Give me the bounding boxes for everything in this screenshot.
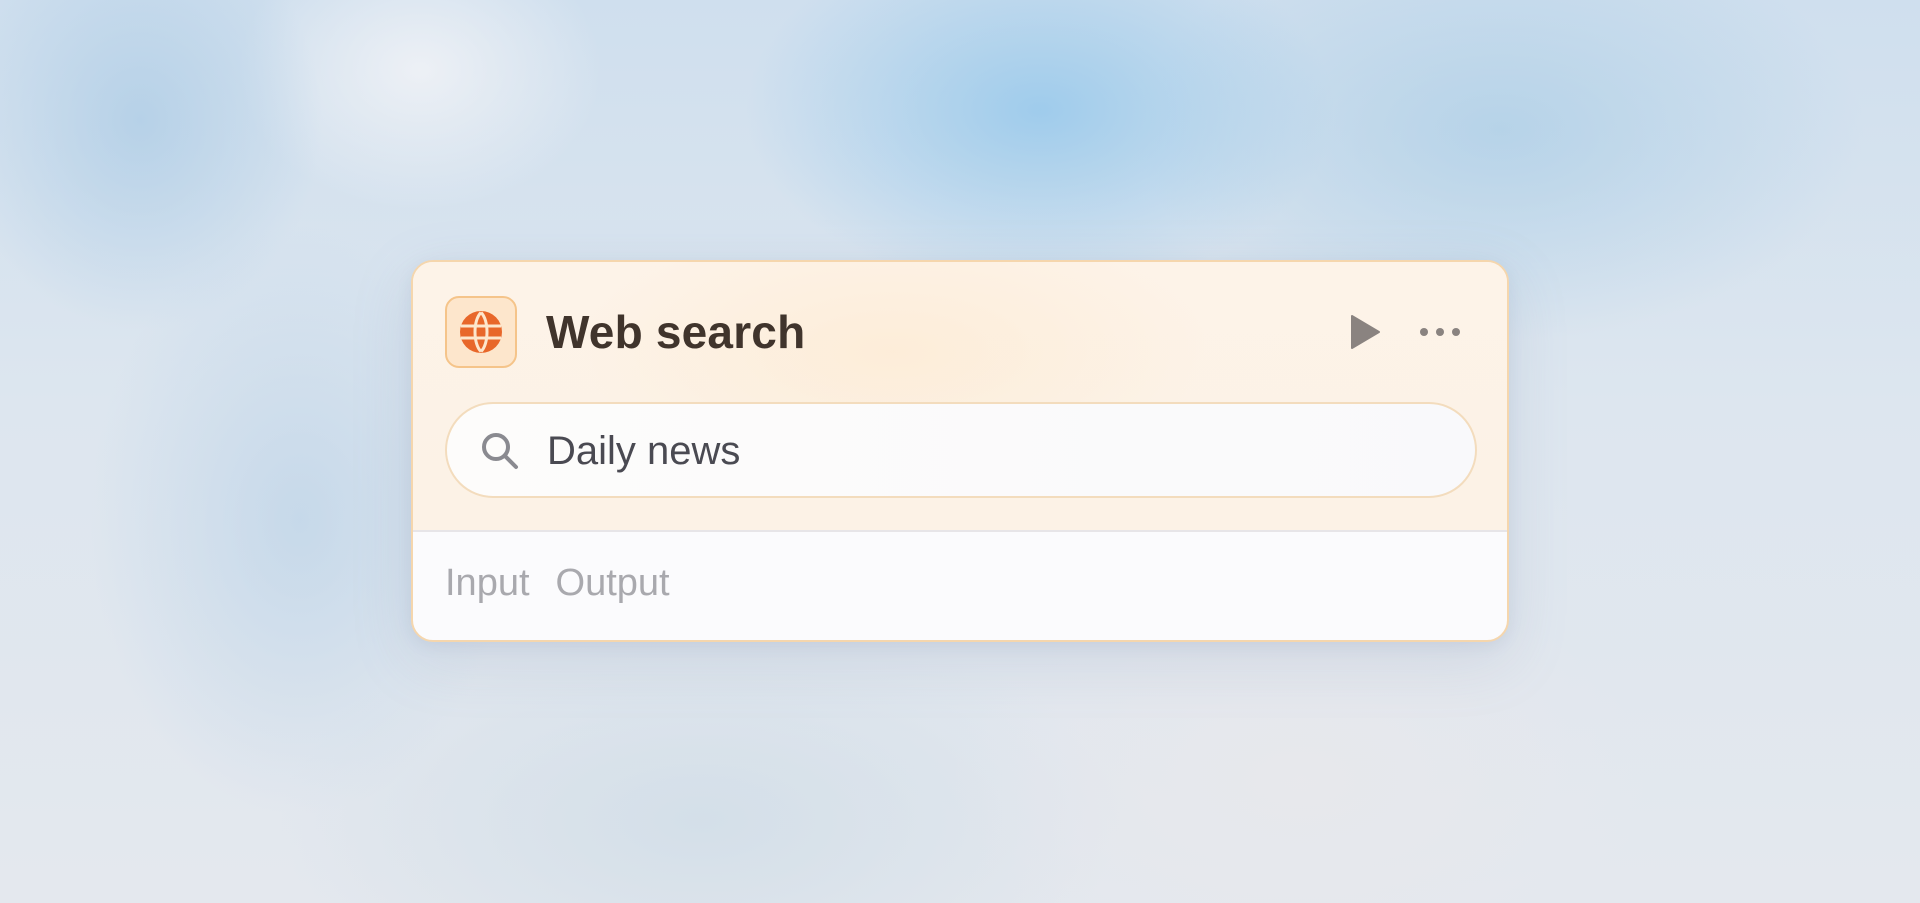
run-button[interactable] [1345, 312, 1385, 352]
node-header: Web search Daily news [413, 262, 1507, 532]
node-title: Web search [546, 306, 806, 358]
play-icon [1351, 315, 1380, 349]
more-options-button[interactable] [1415, 312, 1465, 352]
search-query-value[interactable]: Daily news [547, 426, 740, 476]
node-tabs: Input Output [445, 558, 670, 608]
more-horizontal-icon [1420, 328, 1460, 336]
search-query-input[interactable]: Daily news [445, 402, 1477, 498]
web-search-node-card[interactable]: Web search Daily news Input Output [411, 260, 1509, 642]
tab-output[interactable]: Output [556, 558, 670, 608]
node-icon-badge [445, 296, 517, 368]
globe-icon [460, 311, 502, 353]
search-icon [482, 433, 518, 469]
tab-input[interactable]: Input [445, 558, 530, 608]
